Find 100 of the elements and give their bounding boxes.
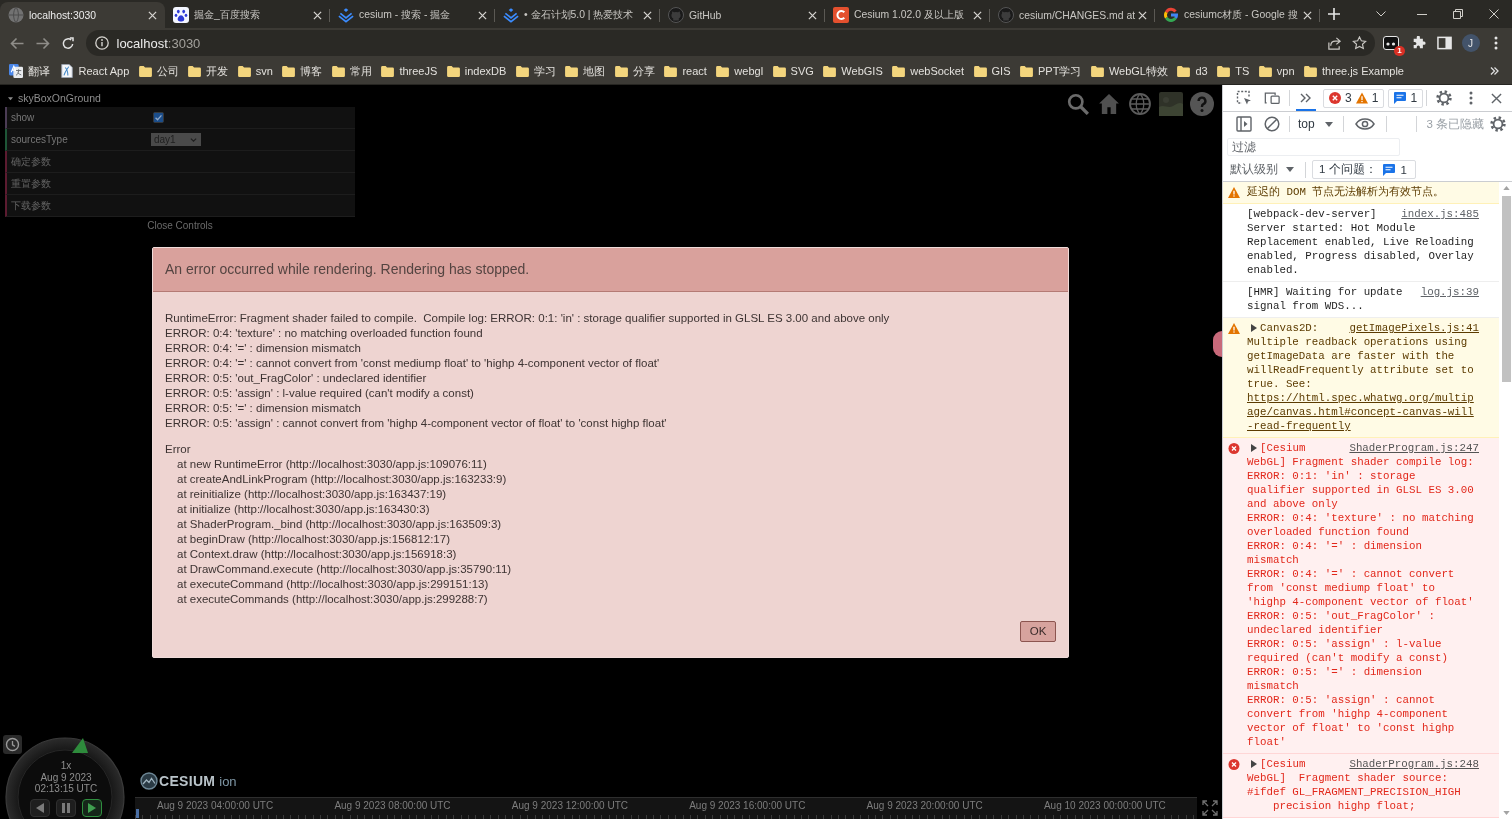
bookmark-item[interactable]: 地图 [565, 63, 606, 79]
bookmark-item[interactable]: react [664, 65, 707, 77]
source-link[interactable]: index.js:485 [1401, 207, 1479, 221]
bookmark-item[interactable]: webgl [716, 65, 764, 77]
eye-icon[interactable] [1354, 118, 1375, 130]
device-toolbar-icon[interactable] [1264, 90, 1280, 106]
tab-close-button[interactable] [643, 10, 652, 20]
source-link[interactable]: log.js:39 [1420, 285, 1479, 299]
browser-tab[interactable]: cesium/CHANGES.md at [990, 2, 1155, 28]
expand-triangle-icon[interactable] [1251, 759, 1257, 768]
tab-close-button[interactable] [148, 10, 157, 20]
tab-close-button[interactable] [808, 10, 817, 20]
close-window-button[interactable] [1489, 9, 1499, 19]
source-link[interactable]: ShaderProgram.js:248 [1349, 757, 1479, 771]
tab-close-button[interactable] [973, 10, 982, 20]
console-message-text: ERROR: 0:4: '=' : cannot convert from 'const mediump float' to 'highp 4-component vector of float' [1247, 567, 1475, 609]
more-options-icon[interactable] [1469, 90, 1474, 106]
filter-field[interactable]: 过滤 [1227, 138, 1400, 156]
scrollbar-thumb[interactable] [1501, 196, 1511, 382]
tab-close-button[interactable] [478, 10, 487, 20]
inspect-element-icon[interactable] [1236, 90, 1252, 106]
search-icon[interactable] [1065, 91, 1091, 117]
double-chevron-icon[interactable] [1490, 67, 1499, 75]
tab-close-button[interactable] [313, 10, 322, 20]
expand-triangle-icon[interactable] [1251, 323, 1257, 332]
play-button[interactable] [82, 799, 102, 817]
timeline-bar[interactable]: Aug 9 2023 04:00:00 UTC Aug 9 2023 08:00:00 UTC Aug 9 2023 12:00:00 UTC Aug 9 2023 16:00:00 UTC Aug 9 2023 20:00:00 UTC Aug 10 2023 00:00:00 UTC [135, 797, 1197, 819]
new-tab-button[interactable] [1328, 8, 1340, 20]
star-icon[interactable] [1351, 36, 1367, 50]
tab-search-button[interactable] [1376, 11, 1386, 17]
reverse-button[interactable] [30, 799, 50, 817]
issues-button[interactable]: 1 个问题： 1 [1312, 160, 1416, 179]
source-link[interactable]: getImagePixels.js:41 [1349, 321, 1479, 335]
bookmark-item[interactable]: 翻译 [9, 63, 50, 79]
bookmark-item[interactable]: d3 [1177, 65, 1208, 77]
checkbox[interactable] [153, 112, 164, 123]
shuttle-knob-icon[interactable] [72, 738, 88, 753]
bookmark-item[interactable]: TS [1217, 65, 1250, 77]
settings-icon[interactable] [1436, 90, 1453, 106]
bookmark-item[interactable]: webSocket [892, 65, 965, 77]
bookmark-item[interactable]: GIS [973, 65, 1011, 77]
browser-tab[interactable]: localhost:3030 [0, 2, 165, 28]
browser-tab[interactable]: Cesium 1.02.0 及以上版 [825, 2, 990, 28]
browser-tab[interactable]: cesiumc材质 - Google 搜 [1155, 2, 1320, 28]
tab-close-button[interactable] [1303, 10, 1312, 20]
gui-folder-title[interactable]: skyBoxOnGround [5, 90, 101, 106]
source-link[interactable]: ShaderProgram.js:247 [1349, 441, 1479, 455]
profile-avatar[interactable]: J [1461, 34, 1480, 52]
close-icon[interactable] [1491, 92, 1503, 104]
bookmark-item[interactable]: 公司 [138, 63, 179, 79]
time-marker-icon[interactable] [136, 809, 139, 818]
bookmark-item[interactable]: 博客 [282, 63, 323, 79]
logo-suffix[interactable]: ion [219, 773, 237, 789]
map-thumbnail-icon[interactable] [1159, 92, 1183, 116]
browser-tab[interactable]: cesium - 搜索 - 掘金 [330, 2, 495, 28]
issue-counter-button[interactable]: 3 1 [1323, 88, 1385, 108]
share-icon[interactable] [1326, 36, 1342, 50]
bookmark-item[interactable]: svn [237, 65, 273, 77]
ok-button[interactable]: OK [1020, 620, 1056, 642]
browser-tab[interactable]: • 金石计划5.0 | 热爱技术 [495, 2, 660, 28]
address-bar[interactable]: localhost:3030 [85, 30, 1375, 56]
bookmark-item[interactable]: PPT学习 [1020, 63, 1082, 79]
bookmark-item[interactable]: 学习 [515, 63, 556, 79]
minimize-button[interactable] [1417, 13, 1427, 15]
bookmark-item[interactable]: vpn [1258, 65, 1295, 77]
browser-tab[interactable]: 掘金_百度搜索 [165, 2, 330, 28]
restore-button[interactable] [1453, 9, 1463, 19]
bookmark-item[interactable]: WebGIS [823, 65, 883, 77]
url-link[interactable]: https://html.spec.whatwg.org/multipage/canvas.html#concept-canvas-will-read-frequently [1247, 391, 1479, 433]
extension-icon[interactable] [1383, 36, 1399, 50]
close-controls-button[interactable]: Close Controls [143, 217, 217, 233]
sidebar-toggle-icon[interactable] [1236, 116, 1252, 132]
bookmark-item[interactable]: 分享 [614, 63, 655, 79]
tab-close-button[interactable] [1138, 10, 1147, 20]
logo-wordmark[interactable]: CESIUM [159, 773, 216, 789]
expand-triangle-icon[interactable] [1251, 443, 1257, 452]
globe-icon[interactable] [1127, 91, 1153, 117]
context-selector[interactable]: top [1293, 117, 1340, 131]
bookmark-item[interactable]: three.js Example [1304, 65, 1404, 77]
page-icon [59, 64, 74, 78]
bookmark-item[interactable]: indexDB [446, 65, 507, 77]
message-counter-button[interactable]: 1 [1388, 88, 1424, 108]
bookmark-item[interactable]: 常用 [331, 63, 372, 79]
console-settings-icon[interactable] [1490, 116, 1506, 132]
bookmark-item[interactable]: 开发 [188, 63, 229, 79]
clock-icon[interactable] [3, 735, 22, 754]
speed-text: 1x [60, 760, 72, 772]
bookmark-item[interactable]: SVG [772, 65, 814, 77]
pause-button[interactable] [56, 799, 76, 817]
bookmark-item[interactable]: React App [59, 64, 130, 78]
bookmark-item[interactable]: WebGL特效 [1090, 63, 1168, 79]
info-icon[interactable] [94, 36, 109, 50]
clear-console-icon[interactable] [1264, 116, 1280, 132]
browser-tab[interactable]: GitHub [660, 2, 825, 28]
bookmark-item[interactable]: threeJS [381, 65, 438, 77]
fullscreen-icon[interactable] [1202, 800, 1218, 816]
log-level-selector[interactable]: 默认级别 [1230, 162, 1302, 177]
logo-icon[interactable] [140, 772, 158, 790]
help-icon[interactable] [1189, 91, 1215, 117]
error-message-line: ERROR: 0:5: '=' : dimension mismatch [165, 400, 361, 416]
